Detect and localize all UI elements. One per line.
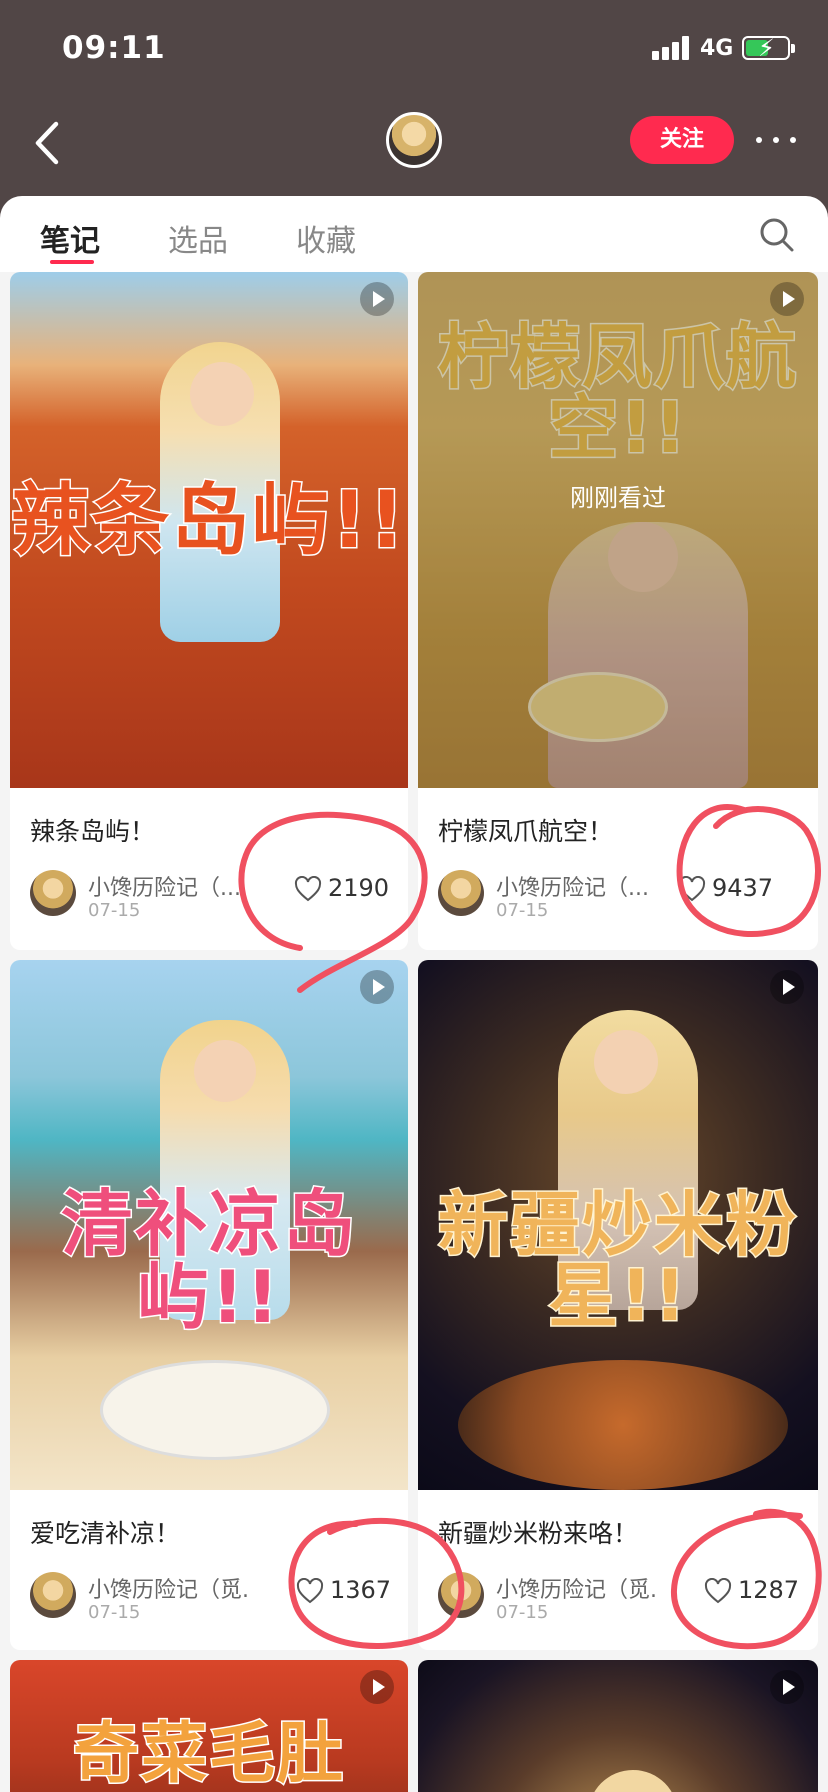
note-card[interactable]: 奇菜毛肚 (10, 1660, 408, 1792)
author-name[interactable]: 小馋历险记（... (88, 870, 248, 902)
note-title[interactable]: 爱吃清补凉！ (30, 1514, 180, 1550)
note-card[interactable]: 辣条岛屿!! 辣条岛屿！ 小馋历险记（... 07-15 2190 (10, 272, 408, 950)
follow-button[interactable]: 关注 (630, 116, 734, 164)
signal-icon (652, 36, 692, 60)
note-card[interactable]: 柠檬凤爪航空!! 刚刚看过 柠檬凤爪航空！ 小馋历险记（... 07-15 94… (418, 272, 818, 950)
note-title[interactable]: 柠檬凤爪航空！ (438, 812, 613, 848)
active-tab-indicator (50, 260, 94, 264)
profile-avatar[interactable] (386, 112, 442, 168)
author-avatar[interactable] (30, 1572, 76, 1618)
profile-tabs: 笔记 选品 收藏 (0, 196, 828, 272)
post-date: 07-15 (496, 1602, 549, 1623)
more-options-icon[interactable] (752, 126, 800, 154)
status-time: 09:11 (62, 30, 166, 66)
video-play-icon (360, 970, 394, 1004)
video-play-icon (360, 282, 394, 316)
note-cover-text: 辣条岛屿!! (10, 476, 407, 566)
like-count: 9437 (712, 874, 774, 902)
recently-viewed-label: 刚刚看过 (570, 484, 666, 512)
author-avatar[interactable] (438, 870, 484, 916)
video-play-icon (770, 1670, 804, 1704)
status-bar: 09:11 4G ⚡ (0, 0, 828, 100)
post-date: 07-15 (496, 900, 549, 921)
note-card[interactable]: 新疆炒米粉星!! 新疆炒米粉来咯！ 小馋历险记（觅... 07-15 1287 (418, 960, 818, 1650)
note-title[interactable]: 新疆炒米粉来咯！ (438, 1514, 638, 1550)
note-cover-text: 奇菜毛肚 (72, 1715, 345, 1792)
note-card[interactable]: 清补凉岛屿!! 爱吃清补凉！ 小馋历险记（觅... 07-15 1367 (10, 960, 408, 1650)
author-avatar[interactable] (30, 870, 76, 916)
note-title[interactable]: 辣条岛屿！ (30, 812, 155, 848)
note-card[interactable] (418, 1660, 818, 1792)
video-play-icon (770, 282, 804, 316)
author-name[interactable]: 小馋历险记（... (496, 870, 656, 902)
author-avatar[interactable] (438, 1572, 484, 1618)
video-play-icon (770, 970, 804, 1004)
tab-notes[interactable]: 笔记 (40, 216, 100, 260)
note-cover-image[interactable]: 奇菜毛肚 (10, 1660, 408, 1792)
battery-icon: ⚡ (742, 34, 795, 62)
tab-favorites[interactable]: 收藏 (296, 216, 356, 260)
note-cover-image[interactable]: 清补凉岛屿!! (10, 960, 408, 1490)
note-cover-text: 清补凉岛屿!! (59, 1182, 357, 1340)
note-cover-image[interactable]: 柠檬凤爪航空!! 刚刚看过 (418, 272, 818, 788)
seen-overlay (418, 272, 818, 788)
note-cover-image[interactable]: 新疆炒米粉星!! (418, 960, 818, 1490)
note-author-row[interactable]: 小馋历险记（... 07-15 2190 (30, 870, 400, 926)
like-count: 1367 (330, 1576, 392, 1604)
back-icon[interactable] (28, 118, 68, 168)
like-count: 1287 (738, 1576, 800, 1604)
note-author-row[interactable]: 小馋历险记（觅... 07-15 1287 (438, 1572, 808, 1628)
search-icon[interactable] (758, 216, 796, 254)
notes-feed: 辣条岛屿!! 辣条岛屿！ 小馋历险记（... 07-15 2190 柠檬凤爪航空… (0, 272, 828, 1792)
note-author-row[interactable]: 小馋历险记（... 07-15 9437 (438, 870, 808, 926)
like-count: 2190 (328, 874, 390, 902)
post-date: 07-15 (88, 1602, 141, 1623)
note-author-row[interactable]: 小馋历险记（觅... 07-15 1367 (30, 1572, 400, 1628)
video-play-icon (360, 1670, 394, 1704)
note-cover-text: 新疆炒米粉星!! (437, 1184, 798, 1338)
heart-icon (678, 876, 706, 902)
author-name[interactable]: 小馋历险记（觅... (496, 1572, 656, 1604)
note-cover-image[interactable] (418, 1660, 818, 1792)
author-name[interactable]: 小馋历险记（觅... (88, 1572, 248, 1604)
heart-icon (296, 1578, 324, 1604)
note-cover-image[interactable]: 辣条岛屿!! (10, 272, 408, 788)
post-date: 07-15 (88, 900, 141, 921)
heart-icon (704, 1578, 732, 1604)
tab-products[interactable]: 选品 (168, 216, 228, 260)
heart-icon (294, 876, 322, 902)
network-type: 4G (700, 36, 734, 61)
